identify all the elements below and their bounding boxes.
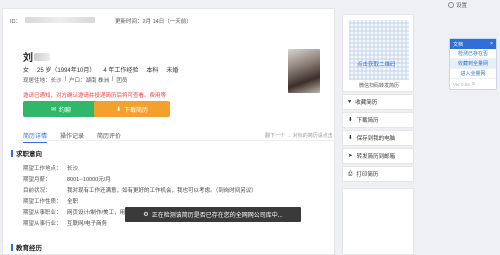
- invite-notice: 邀请已通知，对方确认邀请并投递简历后将可查看。费用等: [23, 93, 167, 99]
- section-title-intention: 求职意向: [11, 148, 42, 158]
- chat-icon: ✉: [50, 106, 56, 113]
- get-qr-link[interactable]: 点击获取二维码: [357, 60, 396, 68]
- resume-actions: ♥ 收藏简历 ⬇ 下载简历 ⬇ 保存到我的电脑 ➤ 转发简历到邮箱 ⎙ 打印简历: [342, 94, 414, 184]
- detect-icon: ⚙: [143, 212, 149, 218]
- gear-icon: [448, 2, 454, 8]
- marital-status: 未婚: [166, 68, 179, 74]
- intention-row: 期望工作性质： 全职: [23, 199, 79, 205]
- floating-widget: 文档 × 检测已存在否 收藏到全量网 进入全量网 Ver 0.54 ↻: [449, 38, 497, 90]
- candidate-photo: [288, 49, 320, 93]
- save-icon: ⬇: [348, 135, 353, 141]
- address-line: 现居住地：长沙 | 户口：湖南 株洲 | 团员: [23, 76, 128, 84]
- intention-row: 期望月薪： 8001--10000元/月: [23, 177, 111, 183]
- tab-resume-review[interactable]: 简历评价: [97, 131, 121, 143]
- qr-caption: 微信扫码转发简历: [358, 83, 399, 89]
- widget-check-exists[interactable]: 检测已存在否: [450, 49, 496, 59]
- forward-icon: ➤: [348, 153, 353, 159]
- widget-header: 文档 ×: [450, 39, 496, 49]
- gender: 女: [23, 68, 30, 74]
- basic-info: 女 25 岁（1994年10月） 4 年工作经验 本科 未婚: [23, 65, 178, 74]
- download-icon: ⬇: [348, 117, 353, 123]
- download-resume-action[interactable]: ⬇ 下载简历: [342, 112, 414, 128]
- experience: 4 年工作经验: [103, 68, 139, 74]
- side-panel-blank: [342, 188, 414, 255]
- tab-resume-details[interactable]: 简历详情: [23, 131, 48, 143]
- qr-placeholder[interactable]: [349, 20, 409, 80]
- heart-icon: ♥: [348, 99, 352, 105]
- resume-id: ID：: [10, 17, 96, 25]
- intention-row: 目前状况： 我对现有工作还满意，如有更好的工作机会，我也可以考虑。（到岗时间另议…: [23, 188, 257, 194]
- next-resume-link[interactable]: 翻下一个 → 对标的简历请点击: [265, 132, 333, 139]
- widget-close-icon[interactable]: ×: [490, 41, 493, 47]
- forward-email-button[interactable]: ➤ 转发简历到邮箱: [342, 148, 414, 164]
- intention-row: 期望从事行业： 互联网/电子商务: [23, 221, 108, 227]
- intention-row: 期望工作地点： 长沙: [23, 166, 79, 172]
- education: 本科: [146, 68, 159, 74]
- detection-toast: ⚙ 正在检测该简历是否已存在您的全网网公司库中...: [125, 207, 301, 222]
- settings-link[interactable]: 设置: [448, 1, 467, 9]
- save-to-computer-button[interactable]: ⬇ 保存到我的电脑: [342, 130, 414, 146]
- refresh-icon[interactable]: ↻: [472, 81, 476, 87]
- print-resume-button[interactable]: ⎙ 打印简历: [342, 166, 414, 182]
- print-icon: ⎙: [348, 170, 353, 177]
- chat-button[interactable]: ✉ 约聊: [23, 101, 99, 117]
- widget-enter-net[interactable]: 进入全量网: [450, 69, 496, 79]
- section-title-education: 教育经历: [11, 242, 42, 252]
- blurred-id: [25, 17, 96, 23]
- tab-operation-log[interactable]: 操作记录: [60, 131, 84, 143]
- download-icon: ⬇: [115, 106, 121, 113]
- settings-label: 设置: [456, 3, 468, 9]
- candidate-name: 刘: [23, 49, 50, 64]
- tab-divider: [16, 140, 336, 141]
- qr-panel: 点击获取二维码 微信扫码转发简历: [342, 14, 414, 92]
- download-resume-button[interactable]: ⬇ 下载简历: [94, 101, 170, 117]
- widget-version: Ver 0.54 ↻: [453, 81, 476, 87]
- favorite-resume-button[interactable]: ♥ 收藏简历: [342, 94, 414, 110]
- blurred-name: [34, 52, 50, 61]
- update-time: 更新时间：2月 14日（一天前）: [115, 19, 192, 25]
- resume-tabs: 简历详情 操作记录 简历评价: [23, 131, 121, 143]
- age: 25 岁（1994年10月）: [37, 68, 96, 74]
- widget-save-to-net[interactable]: 收藏到全量网: [450, 59, 496, 69]
